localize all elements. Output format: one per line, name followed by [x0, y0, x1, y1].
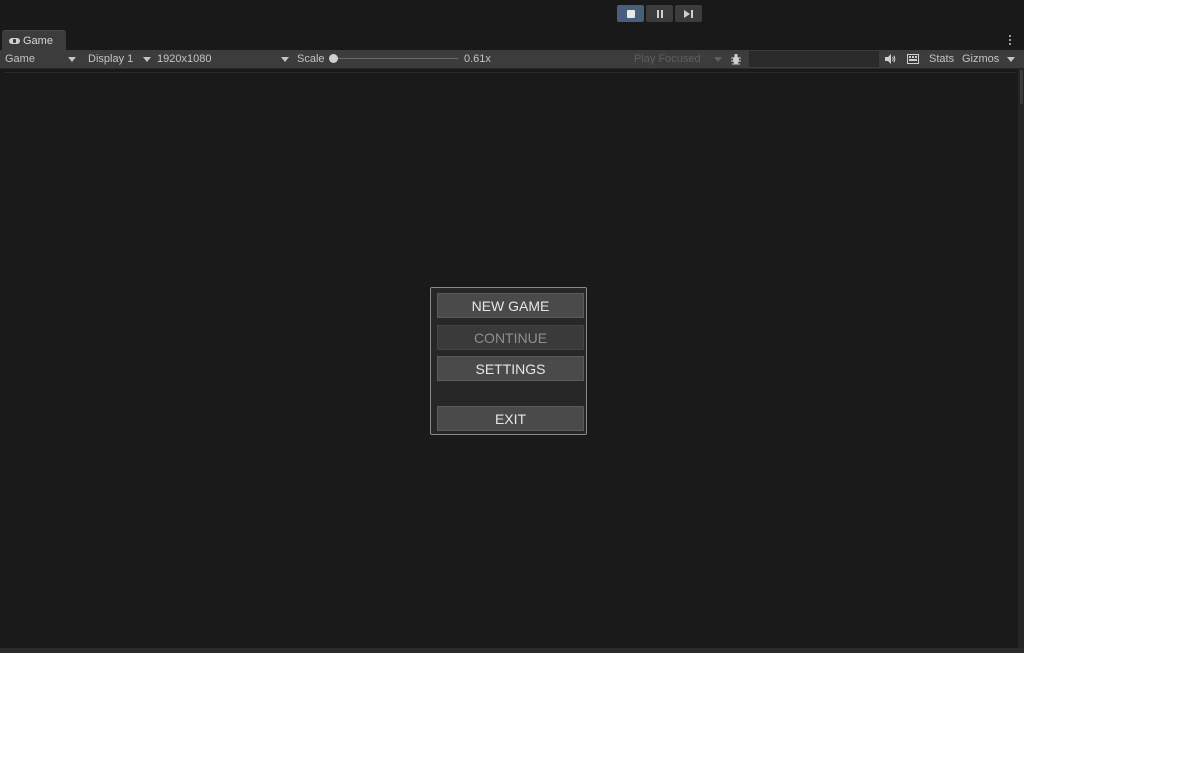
pause-icon [656, 9, 663, 18]
settings-button[interactable]: SETTINGS [437, 356, 584, 381]
tab-game[interactable]: Game [2, 30, 66, 50]
display-caret-icon[interactable] [143, 50, 151, 68]
new-game-button[interactable]: NEW GAME [437, 293, 584, 318]
unity-editor-game-window: Game Game Display 1 1920x1080 Scale 0.61… [0, 0, 1024, 653]
gamepad-icon [9, 37, 20, 44]
keyboard-shortcuts-icon[interactable] [907, 54, 919, 64]
view-mode-caret-icon[interactable] [68, 50, 76, 68]
bug-icon[interactable] [731, 53, 741, 65]
resolution-label: 1920x1080 [157, 53, 212, 65]
play-controls [617, 5, 702, 22]
toolbar-divider [4, 72, 1016, 73]
stop-icon [626, 9, 635, 18]
vertical-scrollbar[interactable] [1018, 68, 1024, 653]
display-dropdown[interactable]: Display 1 [88, 50, 133, 68]
game-toolbar: Game Display 1 1920x1080 Scale 0.61x Pla… [0, 50, 1024, 69]
gizmos-dropdown[interactable]: Gizmos [962, 50, 999, 68]
more-options-icon[interactable] [1008, 33, 1012, 47]
play-mode-caret-icon[interactable] [714, 50, 722, 68]
exit-button[interactable]: EXIT [437, 406, 584, 431]
stats-button[interactable]: Stats [929, 50, 954, 68]
tab-game-label: Game [23, 34, 53, 47]
resolution-dropdown[interactable]: 1920x1080 [157, 50, 211, 68]
display-label: Display 1 [88, 53, 134, 65]
toolbar-blank-field [749, 51, 879, 67]
tab-strip: Game [0, 30, 1024, 50]
play-mode-dropdown[interactable]: Play Focused [634, 50, 701, 68]
vertical-scrollbar-thumb[interactable] [1020, 70, 1023, 104]
play-mode-label: Play Focused [634, 53, 701, 65]
scale-slider-thumb[interactable] [329, 54, 338, 63]
gizmos-caret-icon[interactable] [1007, 50, 1015, 68]
view-mode-dropdown[interactable]: Game [5, 50, 35, 68]
step-icon [684, 9, 693, 18]
bottom-edge [0, 648, 1024, 653]
step-button[interactable] [675, 5, 702, 22]
view-mode-label: Game [5, 53, 35, 65]
scale-value: 0.61x [464, 53, 491, 65]
stop-button[interactable] [617, 5, 644, 22]
mute-audio-icon[interactable] [884, 53, 896, 65]
scale-slider-track[interactable] [336, 58, 458, 59]
scale-label: Scale [297, 53, 325, 65]
resolution-caret-icon[interactable] [281, 50, 289, 68]
pause-button[interactable] [646, 5, 673, 22]
continue-button[interactable]: CONTINUE [437, 325, 584, 350]
gizmos-label: Gizmos [962, 53, 1000, 65]
main-menu-panel: NEW GAME CONTINUE SETTINGS EXIT [430, 287, 587, 435]
